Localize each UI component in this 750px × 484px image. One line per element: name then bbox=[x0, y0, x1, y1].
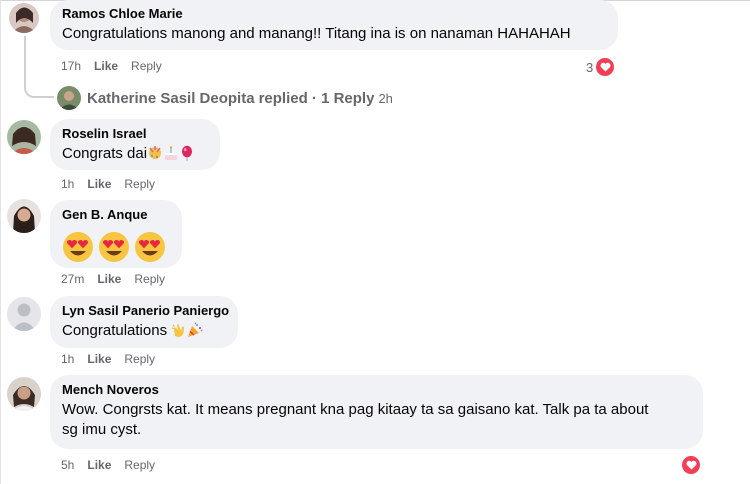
comment-time[interactable]: 27m bbox=[61, 272, 84, 286]
comment-author[interactable]: Gen B. Anque bbox=[62, 207, 170, 223]
avatar[interactable] bbox=[9, 3, 39, 33]
replier-name: Katherine Sasil Deopita bbox=[87, 89, 255, 107]
comment-text-row: Congratulations bbox=[62, 321, 226, 341]
like-button[interactable]: Like bbox=[97, 272, 121, 286]
comment-time[interactable]: 17h bbox=[61, 59, 81, 73]
comment-actions: 5h Like Reply bbox=[61, 458, 168, 472]
reply-button[interactable]: Reply bbox=[124, 352, 155, 366]
like-button[interactable]: Like bbox=[87, 177, 111, 191]
reply-thread-line bbox=[24, 36, 54, 98]
confetti-ball-icon bbox=[149, 146, 162, 159]
replies-label: replied · 1 Reply bbox=[258, 89, 375, 107]
comment-actions: 17h Like Reply bbox=[61, 59, 175, 73]
comment-author[interactable]: Ramos Chloe Marie bbox=[62, 6, 606, 22]
birthday-cake-icon bbox=[165, 146, 178, 160]
reply-button[interactable]: Reply bbox=[131, 59, 162, 73]
like-button[interactable]: Like bbox=[87, 352, 111, 366]
comment-text-line2: sg imu cyst. bbox=[62, 421, 142, 438]
comment-text-row: Congrats dai bbox=[62, 144, 208, 164]
heart-reaction-icon bbox=[594, 56, 617, 78]
comment-time[interactable]: 1h bbox=[61, 177, 74, 191]
emoji-row bbox=[62, 231, 170, 263]
reaction-count: 3 bbox=[586, 59, 594, 75]
comment-author[interactable]: Lyn Sasil Panerio Paniergo bbox=[62, 303, 229, 319]
reaction-summary[interactable] bbox=[680, 454, 702, 476]
comment-time[interactable]: 1h bbox=[61, 352, 74, 366]
avatar[interactable] bbox=[7, 120, 41, 154]
heart-reaction-icon bbox=[680, 454, 702, 476]
avatar[interactable] bbox=[7, 199, 41, 233]
comment-actions: 1h Like Reply bbox=[61, 177, 168, 191]
view-replies-link[interactable]: Katherine Sasil Deopita replied · 1 Repl… bbox=[57, 86, 393, 110]
reaction-summary[interactable]: 3 bbox=[586, 56, 617, 78]
comment-text-line1: Wow. Congrsts kat. It means pregnant kna… bbox=[62, 401, 649, 418]
avatar bbox=[57, 86, 81, 110]
comment-bubble: Ramos Chloe Marie Congratulations manong… bbox=[50, 0, 618, 50]
comment-author[interactable]: Mench Noveros bbox=[62, 382, 691, 398]
reply-time: 2h bbox=[378, 90, 393, 106]
comment-text: Congratulations bbox=[62, 322, 168, 339]
comment-text: Congratulations manong and manang!! Tita… bbox=[62, 25, 571, 42]
reply-button[interactable]: Reply bbox=[124, 458, 155, 472]
reply-button[interactable]: Reply bbox=[124, 177, 155, 191]
balloon-icon bbox=[182, 145, 193, 161]
reply-button[interactable]: Reply bbox=[134, 272, 165, 286]
comment-author[interactable]: Roselin Israel bbox=[62, 126, 208, 142]
heart-eyes-emoji bbox=[63, 232, 93, 262]
comment-bubble: Mench Noveros Wow. Congrsts kat. It mean… bbox=[50, 375, 703, 449]
like-button[interactable]: Like bbox=[87, 458, 111, 472]
comment-actions: 27m Like Reply bbox=[61, 272, 178, 286]
avatar[interactable] bbox=[7, 377, 41, 411]
comment-text: Congrats dai bbox=[62, 145, 148, 162]
party-popper-icon bbox=[188, 322, 204, 337]
heart-eyes-emoji bbox=[99, 232, 129, 262]
like-button[interactable]: Like bbox=[94, 59, 118, 73]
comment-bubble: Lyn Sasil Panerio Paniergo Congratulatio… bbox=[50, 296, 238, 348]
heart-eyes-emoji bbox=[135, 232, 165, 262]
comment-actions: 1h Like Reply bbox=[61, 352, 168, 366]
avatar[interactable] bbox=[7, 297, 41, 331]
comment-bubble: Roselin Israel Congrats dai bbox=[50, 119, 220, 170]
clapping-hands-icon bbox=[172, 324, 185, 337]
comment-bubble: Gen B. Anque bbox=[50, 200, 182, 268]
frame-left-border bbox=[0, 0, 1, 484]
comment-time[interactable]: 5h bbox=[61, 458, 74, 472]
